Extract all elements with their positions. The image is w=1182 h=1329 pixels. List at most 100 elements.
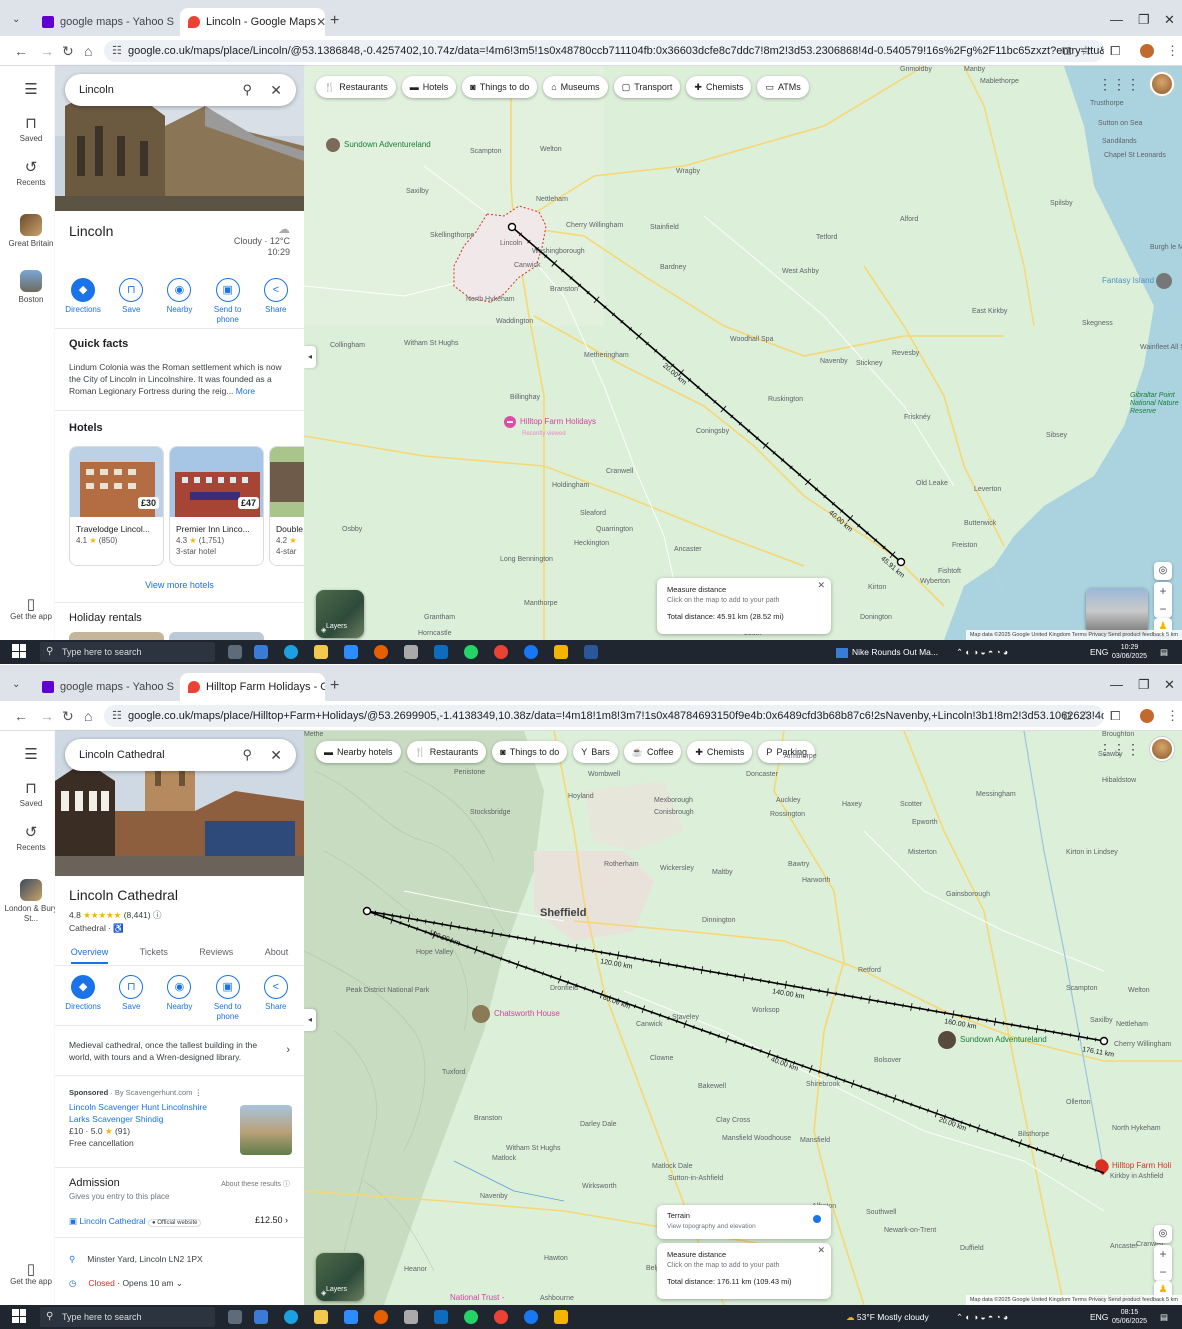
town-label[interactable]: Matlock <box>492 1155 516 1162</box>
town-label[interactable]: Waddington <box>496 318 533 325</box>
tab-tickets[interactable]: Tickets <box>140 947 168 964</box>
town-label[interactable]: Doncaster <box>746 771 778 778</box>
zoom-out-icon[interactable]: − <box>1154 600 1172 618</box>
town-label[interactable]: Gainsborough <box>946 891 990 898</box>
site-info-icon[interactable]: ☷ <box>112 705 122 727</box>
chip-atms[interactable]: ▭ ATMs <box>757 76 809 98</box>
clear-search-icon[interactable]: ✕ <box>270 739 282 771</box>
town-label[interactable]: Butterwick <box>964 520 996 527</box>
facebook-icon[interactable] <box>524 1310 538 1324</box>
town-label[interactable]: Clowne <box>650 1055 673 1062</box>
settings-gear-icon[interactable] <box>404 645 418 659</box>
town-label[interactable]: Billinghay <box>510 394 540 401</box>
town-label[interactable]: Sandilands <box>1102 138 1137 145</box>
town-label[interactable]: Frisknéy <box>904 414 930 421</box>
street-view-thumbnail[interactable] <box>1086 588 1148 634</box>
new-tab-icon[interactable]: + <box>330 677 339 695</box>
town-label[interactable]: Old Leake <box>916 480 948 487</box>
more-link[interactable]: More <box>236 386 255 396</box>
town-label[interactable]: Kirton <box>868 584 886 591</box>
directions-button[interactable]: ◆ Directions <box>61 975 105 1022</box>
search-icon[interactable]: ⚲ <box>242 739 252 771</box>
town-label[interactable]: Maltby <box>712 869 733 876</box>
town-label[interactable]: Witham St Hughs <box>404 340 458 347</box>
bookmark-star-icon[interactable]: ☆ <box>1080 708 1092 724</box>
about-results[interactable]: About these results ⓘ <box>221 1179 290 1189</box>
search-input[interactable]: Lincoln Cathedral <box>79 749 165 761</box>
share-button[interactable]: < Share <box>254 278 298 325</box>
poi-sundown-adventureland[interactable]: Sundown Adventureland <box>938 1031 1047 1049</box>
town-label[interactable]: Heanor <box>404 1266 427 1273</box>
chevron-right-icon[interactable]: › <box>286 1044 290 1056</box>
town-label[interactable]: Haxey <box>842 801 862 808</box>
town-label[interactable]: Clay Cross <box>716 1117 750 1124</box>
notifications-icon[interactable]: ▤ <box>1160 640 1168 664</box>
back-icon[interactable]: ← <box>14 708 28 724</box>
nearby-button[interactable]: ◉ Nearby <box>157 975 201 1022</box>
town-label[interactable]: Darley Dale <box>580 1121 617 1128</box>
get-app-button[interactable]: ▯ Get the app <box>0 597 62 622</box>
tab-reviews[interactable]: Reviews <box>199 947 233 964</box>
search-box[interactable]: Lincoln ⚲ ✕ <box>65 74 296 106</box>
restore-icon[interactable]: ❐ <box>1138 677 1150 693</box>
weather-widget[interactable]: ☁ 53°F Mostly cloudy <box>846 1305 929 1329</box>
more-options-icon[interactable]: ⋮ <box>194 1088 202 1097</box>
taskbar-search[interactable]: ⚲ Type here to search <box>40 1307 215 1327</box>
chip-restaurants[interactable]: 🍴 Restaurants <box>316 76 396 98</box>
chip-things-to-do[interactable]: ◙ Things to do <box>492 741 568 763</box>
town-label[interactable]: Woodhall Spa <box>730 336 773 343</box>
view-more-hotels-link[interactable]: View more hotels <box>55 580 304 590</box>
windows-start-icon[interactable] <box>12 644 26 658</box>
back-icon[interactable]: ← <box>14 43 28 59</box>
town-label[interactable]: Navenby <box>480 1193 508 1200</box>
home-icon[interactable]: ⌂ <box>84 708 92 724</box>
town-label[interactable]: Sleaford <box>580 510 606 517</box>
tab-search-dropdown[interactable]: ⌄ <box>12 679 20 690</box>
chip-hotels[interactable]: ▬ Hotels <box>401 76 457 98</box>
file-explorer-icon[interactable] <box>314 1310 328 1324</box>
town-label[interactable]: Wickersley <box>660 865 694 872</box>
town-label[interactable]: Scawby <box>1098 751 1123 758</box>
search-box[interactable]: Lincoln Cathedral ⚲ ✕ <box>65 739 296 771</box>
user-avatar[interactable] <box>1150 737 1174 761</box>
town-label[interactable]: West Ashby <box>782 268 819 275</box>
town-label[interactable]: Alford <box>900 216 918 223</box>
town-label[interactable]: Welton <box>1128 987 1150 994</box>
minimize-icon[interactable]: — <box>1110 12 1123 27</box>
town-label[interactable]: Revesby <box>892 350 919 357</box>
directions-button[interactable]: ◆ Directions <box>61 278 105 325</box>
hours-row[interactable]: ◷ Closed · Opens 10 am ⌄ <box>69 1277 294 1289</box>
town-label[interactable]: Kirkby in Ashfield <box>1110 1173 1163 1180</box>
tab-search-dropdown[interactable]: ⌄ <box>12 14 20 25</box>
town-label[interactable]: Canwick <box>514 262 540 269</box>
town-label[interactable]: Donington <box>860 614 892 621</box>
town-label[interactable]: Wyberton <box>920 578 950 585</box>
town-label[interactable]: Stainfield <box>650 224 679 231</box>
clear-search-icon[interactable]: ✕ <box>270 74 282 106</box>
zoom-in-icon[interactable]: + <box>1154 582 1172 600</box>
town-label[interactable]: Leverton <box>974 486 1001 493</box>
chip-coffee[interactable]: ☕ Coffee <box>623 741 682 763</box>
town-label[interactable]: Osbby <box>342 526 362 533</box>
town-label[interactable]: Manby <box>964 66 985 73</box>
chip-things-to-do[interactable]: ◙ Things to do <box>462 76 538 98</box>
chip-bars[interactable]: Y Bars <box>573 741 618 763</box>
town-label[interactable]: Heckington <box>574 540 609 547</box>
get-app-button[interactable]: ▯ Get the app <box>0 1262 62 1287</box>
town-label[interactable]: East Kirkby <box>972 308 1007 315</box>
home-icon[interactable]: ⌂ <box>84 43 92 59</box>
terrain-card[interactable]: Terrain View topography and elevation <box>657 1205 831 1239</box>
outlook-icon[interactable] <box>434 645 448 659</box>
nearby-button[interactable]: ◉ Nearby <box>157 278 201 325</box>
town-label[interactable]: Newark-on-Trent <box>884 1227 936 1234</box>
town-label[interactable]: Sutton on Sea <box>1098 120 1142 127</box>
whatsapp-icon[interactable] <box>464 1310 478 1324</box>
close-tab-icon[interactable]: ✕ <box>316 15 325 29</box>
town-label[interactable]: Rotherham <box>604 861 639 868</box>
poi-chatsworth-house[interactable]: Chatsworth House <box>472 1005 560 1023</box>
town-label[interactable]: Bawtry <box>788 861 809 868</box>
saved-button[interactable]: ⊓ Saved <box>0 779 62 808</box>
close-window-icon[interactable]: ✕ <box>1164 677 1175 693</box>
town-label[interactable]: Retford <box>858 967 881 974</box>
town-label[interactable]: Mablethorpe <box>980 78 1019 85</box>
